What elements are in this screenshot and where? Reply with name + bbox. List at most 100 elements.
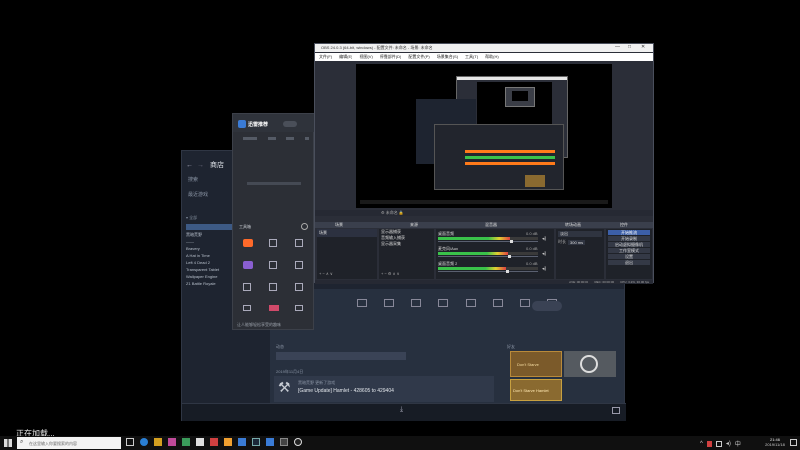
menu-docks[interactable]: 停靠部件(D) (380, 54, 402, 60)
scenes-header: 场景 (335, 222, 343, 227)
tool-icon[interactable] (269, 283, 277, 291)
xunlei-search[interactable] (247, 182, 301, 185)
volume-slider[interactable] (438, 270, 538, 273)
tab[interactable] (267, 137, 276, 140)
clock[interactable]: 21:46 2019/11/18 (762, 437, 788, 447)
tool-icon[interactable] (295, 261, 303, 269)
notification-icon[interactable] (790, 439, 797, 446)
menu-tools[interactable]: 工具(T) (465, 54, 478, 60)
start-recording-button[interactable]: 开始录制 (608, 236, 650, 241)
info-icon[interactable] (301, 223, 308, 230)
maximize-icon[interactable]: □ (628, 44, 631, 50)
app-icon[interactable] (196, 438, 204, 446)
tab[interactable] (243, 137, 257, 140)
duration-input[interactable]: 300 ms (568, 239, 586, 245)
app-icon[interactable] (210, 438, 218, 446)
obs-menubar: 文件(F) 编辑(E) 视图(V) 停靠部件(D) 配置文件(P) 场景集合(S… (315, 53, 653, 61)
exit-button[interactable]: 退出 (608, 260, 650, 265)
virtual-camera-button[interactable]: 启动虚拟摄像机 (608, 242, 650, 247)
activity-input[interactable] (276, 352, 406, 360)
status-rec: REC: 00:00:00 (594, 280, 615, 284)
ime-icon[interactable]: 中 (735, 439, 741, 448)
app-icon[interactable] (154, 438, 162, 446)
app-icon[interactable] (168, 438, 176, 446)
shelf-icon[interactable] (438, 299, 449, 307)
scene-item[interactable]: 场景 (317, 229, 377, 237)
studio-mode-button[interactable]: 工作室模式 (608, 248, 650, 253)
back-arrow-icon[interactable]: ← (186, 162, 193, 169)
volume-slider[interactable] (438, 240, 538, 243)
obs-taskbar-icon[interactable] (294, 438, 302, 446)
menu-file[interactable]: 文件(F) (319, 54, 332, 60)
volume-slider-knob[interactable] (508, 255, 511, 258)
speaker-icon[interactable]: ◂) (542, 251, 546, 257)
steam-search-label[interactable]: 搜索 (188, 176, 198, 183)
shelf-icon[interactable] (411, 299, 422, 307)
app-icon[interactable] (280, 438, 288, 446)
tool-icon[interactable] (243, 305, 251, 311)
forward-arrow-icon[interactable]: → (197, 162, 204, 169)
friends-chat-icon[interactable] (612, 407, 620, 414)
shelf-icon[interactable] (465, 299, 476, 307)
app-icon[interactable] (224, 438, 232, 446)
windows-start-icon[interactable] (4, 439, 12, 447)
tool-icon[interactable] (269, 305, 279, 311)
sources-toolbar[interactable]: + − ⚙ ∧ ∨ (381, 271, 400, 276)
obs-preview[interactable] (356, 64, 612, 208)
minimize-icon[interactable]: — (615, 44, 620, 50)
source-item[interactable]: 显示器采集 (379, 241, 434, 247)
game-tile-hamlet[interactable]: Don't Starve Hamlet (510, 379, 562, 401)
steam-store-tab[interactable]: 商店 (210, 160, 224, 170)
start-streaming-button[interactable]: 开始推流 (608, 230, 650, 235)
news-card[interactable]: ⚒ 黑暗荒野 更新了游戏 [Game Update] Hamlet - 4286… (274, 376, 494, 402)
close-icon[interactable]: ✕ (641, 44, 645, 50)
shelf-icon[interactable] (519, 299, 530, 307)
tray-icon[interactable] (706, 440, 712, 447)
menu-view[interactable]: 视图(V) (359, 54, 372, 60)
tool-icon[interactable] (295, 305, 303, 311)
menu-help[interactable]: 帮助(H) (485, 54, 499, 60)
tool-live-icon[interactable] (243, 239, 253, 247)
status-live: LIVE: 00:00:00 (568, 280, 589, 284)
tool-icon[interactable] (243, 261, 253, 269)
status-cpu: CPU: 3.2%, 30.00 fps (620, 280, 649, 284)
shelf-icon[interactable] (357, 299, 367, 307)
game-tile-dont-starve[interactable]: Don't Starve (510, 351, 562, 377)
tool-icon[interactable] (269, 239, 277, 247)
volume-icon[interactable]: ◂) (726, 440, 731, 447)
tray-chevron-icon[interactable]: ^ (700, 441, 703, 447)
volume-slider-knob[interactable] (510, 240, 513, 243)
network-icon[interactable] (715, 440, 722, 447)
task-view-icon[interactable] (126, 438, 134, 446)
menu-profile[interactable]: 配置文件(P) (408, 54, 429, 60)
vip-badge[interactable] (283, 121, 297, 127)
tool-icon[interactable] (295, 239, 303, 247)
speaker-icon[interactable]: ◂) (542, 236, 546, 242)
app-icon[interactable] (266, 438, 274, 446)
taskbar-search[interactable]: ⌕ 在这里输入你要搜索的内容 (17, 437, 121, 449)
volume-slider-knob[interactable] (506, 270, 509, 273)
shelf-pill[interactable] (532, 301, 562, 311)
edge-icon[interactable] (140, 438, 148, 446)
tool-icon[interactable] (269, 261, 277, 269)
menu-scene-collection[interactable]: 场景集合(S) (437, 54, 458, 60)
tool-icon[interactable] (295, 283, 303, 291)
game-tile-oxygen[interactable] (564, 351, 616, 377)
steam-taskbar-icon[interactable] (252, 438, 260, 446)
transition-select[interactable]: 淡出 (558, 231, 602, 237)
tool-icon[interactable] (243, 283, 251, 291)
speaker-icon[interactable]: ◂) (542, 266, 546, 272)
app-icon[interactable] (238, 438, 246, 446)
scenes-toolbar[interactable]: + − ∧ ∨ (319, 271, 333, 276)
menu-edit[interactable]: 编辑(E) (339, 54, 352, 60)
tab[interactable] (286, 137, 295, 140)
shelf-icon[interactable] (384, 299, 395, 307)
shelf-icon[interactable] (492, 299, 503, 307)
download-icon[interactable]: ⤓ (400, 406, 403, 414)
mixer-header: 混音器 (485, 222, 497, 227)
volume-slider[interactable] (438, 255, 538, 258)
tab[interactable] (304, 137, 309, 140)
settings-button[interactable]: 设置 (608, 254, 650, 259)
app-icon[interactable] (182, 438, 190, 446)
search-icon: ⌕ (20, 439, 24, 445)
